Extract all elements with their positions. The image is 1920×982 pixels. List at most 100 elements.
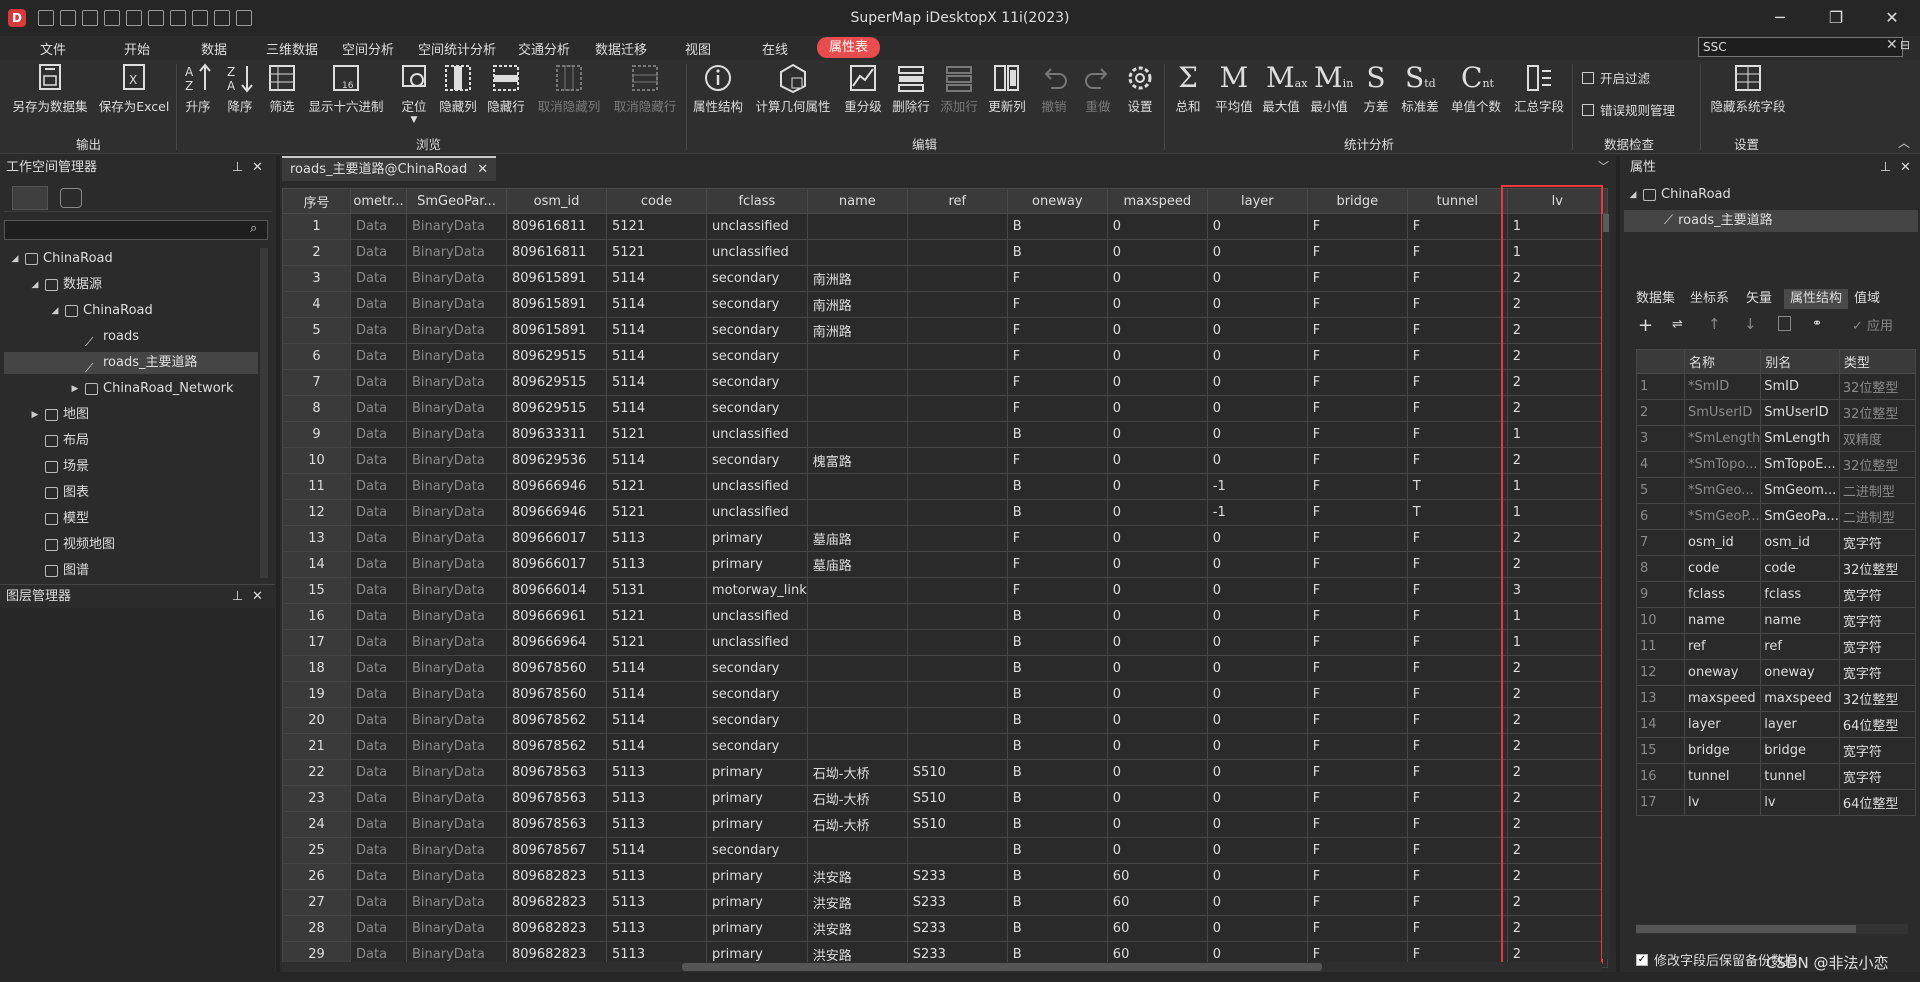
table-cell[interactable]: BinaryData bbox=[406, 317, 507, 344]
table-cell[interactable]: F bbox=[1306, 291, 1408, 318]
table-cell[interactable] bbox=[806, 733, 908, 760]
search-icon[interactable]: ⌕ bbox=[250, 221, 257, 236]
table-cell[interactable]: Data bbox=[350, 499, 407, 526]
column-header[interactable]: lv bbox=[1506, 188, 1608, 214]
table-cell[interactable] bbox=[906, 447, 1008, 474]
table-cell[interactable]: 0 bbox=[1106, 785, 1208, 812]
table-cell[interactable]: F bbox=[1406, 317, 1508, 344]
field-cell[interactable]: 5 bbox=[1636, 477, 1685, 504]
table-cell[interactable]: BinaryData bbox=[406, 421, 507, 448]
table-cell[interactable]: B bbox=[1006, 733, 1108, 760]
table-cell[interactable]: F bbox=[1306, 473, 1408, 500]
table-cell[interactable]: 0 bbox=[1106, 837, 1208, 864]
table-cell[interactable]: Data bbox=[350, 395, 407, 422]
table-cell[interactable]: 0 bbox=[1206, 681, 1308, 708]
table-cell[interactable]: BinaryData bbox=[406, 551, 507, 578]
table-cell[interactable]: unclassified bbox=[706, 239, 808, 266]
table-row[interactable]: 22 Data BinaryData 809678563 5113 primary 石坳-大… bbox=[282, 759, 1608, 786]
table-cell[interactable]: 5113 bbox=[606, 551, 707, 578]
table-cell[interactable]: F bbox=[1006, 447, 1108, 474]
tab-roads-main[interactable]: roads_主要道路@ChinaRoad ✕ bbox=[282, 156, 497, 181]
table-cell[interactable]: 60 bbox=[1106, 863, 1208, 890]
attribute-structure-button[interactable]: 属性结构 bbox=[690, 62, 746, 122]
max-button[interactable]: Max 最大值 bbox=[1258, 62, 1307, 122]
field-cell[interactable]: *SmTopo... bbox=[1683, 451, 1762, 478]
table-cell[interactable]: 5114 bbox=[606, 681, 707, 708]
table-cell[interactable]: unclassified bbox=[706, 213, 808, 240]
table-cell[interactable] bbox=[806, 577, 908, 604]
table-row[interactable]: 5 Data BinaryData 809615891 5114 secondary 南洲路… bbox=[282, 317, 1608, 344]
tree-item[interactable]: 视频地图 bbox=[4, 534, 258, 556]
table-cell[interactable]: 墓庙路 bbox=[806, 525, 908, 552]
expand-icon[interactable]: ◢ bbox=[10, 248, 20, 270]
table-cell[interactable]: 0 bbox=[1106, 213, 1208, 240]
table-vertical-scrollbar[interactable] bbox=[1602, 214, 1610, 959]
table-cell[interactable]: F bbox=[1406, 395, 1508, 422]
table-cell[interactable]: 1 bbox=[1506, 629, 1608, 656]
field-cell[interactable]: layer bbox=[1683, 711, 1762, 738]
std-dev-button[interactable]: Std 标准差 bbox=[1398, 62, 1442, 122]
table-cell[interactable]: Data bbox=[350, 291, 407, 318]
table-cell[interactable]: 2 bbox=[1506, 759, 1608, 786]
field-cell[interactable]: osm_id bbox=[1683, 529, 1762, 556]
table-cell[interactable]: F bbox=[1306, 369, 1408, 396]
tab-list-chevron-icon[interactable]: ﹀ bbox=[1598, 158, 1609, 174]
table-cell[interactable]: 809666946 bbox=[506, 473, 607, 500]
table-cell[interactable]: F bbox=[1306, 759, 1408, 786]
table-cell[interactable]: F bbox=[1406, 811, 1508, 838]
table-cell[interactable]: 0 bbox=[1106, 447, 1208, 474]
table-cell[interactable]: F bbox=[1306, 733, 1408, 760]
table-cell[interactable]: B bbox=[1006, 915, 1108, 942]
table-cell[interactable]: 0 bbox=[1106, 343, 1208, 370]
table-cell[interactable]: F bbox=[1306, 395, 1408, 422]
table-cell[interactable]: F bbox=[1306, 265, 1408, 292]
table-cell[interactable]: 0 bbox=[1206, 525, 1308, 552]
tree-item[interactable]: 布局 bbox=[4, 430, 258, 452]
table-cell[interactable] bbox=[906, 395, 1008, 422]
table-cell[interactable]: T bbox=[1406, 473, 1508, 500]
sort-descending-button[interactable]: ZA 降序 bbox=[222, 62, 258, 122]
table-cell[interactable]: 5121 bbox=[606, 213, 707, 240]
close-button[interactable]: ✕ bbox=[1864, 0, 1920, 36]
delete-field-icon[interactable] bbox=[1778, 316, 1791, 331]
table-cell[interactable]: 2 bbox=[1506, 369, 1608, 396]
field-cell[interactable]: bridge bbox=[1760, 737, 1840, 764]
resource-tab-icon[interactable] bbox=[60, 188, 82, 208]
field-cell[interactable]: 1 bbox=[1636, 373, 1685, 400]
row-number[interactable]: 9 bbox=[282, 421, 351, 448]
tree-item[interactable]: 图谱 bbox=[4, 560, 258, 582]
table-cell[interactable]: 2 bbox=[1506, 343, 1608, 370]
table-cell[interactable]: 809682823 bbox=[506, 915, 607, 942]
table-cell[interactable]: BinaryData bbox=[406, 837, 507, 864]
table-cell[interactable]: 809682823 bbox=[506, 889, 607, 916]
field-cell[interactable]: code bbox=[1760, 555, 1840, 582]
table-cell[interactable]: BinaryData bbox=[406, 863, 507, 890]
menu-spatial-analysis[interactable]: 空间分析 bbox=[342, 39, 394, 58]
table-cell[interactable]: -1 bbox=[1206, 473, 1308, 500]
table-cell[interactable]: 0 bbox=[1206, 369, 1308, 396]
table-cell[interactable]: 2 bbox=[1506, 447, 1608, 474]
row-number[interactable]: 18 bbox=[282, 655, 351, 682]
row-number[interactable]: 26 bbox=[282, 863, 351, 890]
field-cell[interactable]: SmUserID bbox=[1760, 399, 1840, 426]
table-cell[interactable]: Data bbox=[350, 863, 407, 890]
table-cell[interactable]: secondary bbox=[706, 291, 808, 318]
table-cell[interactable]: 0 bbox=[1106, 239, 1208, 266]
tree-item[interactable]: 模型 bbox=[4, 508, 258, 530]
table-cell[interactable]: 石坳-大桥 bbox=[806, 759, 908, 786]
enable-filter-button[interactable]: 开启过滤 bbox=[1582, 68, 1650, 87]
table-cell[interactable]: F bbox=[1006, 369, 1108, 396]
table-cell[interactable]: 809629515 bbox=[506, 395, 607, 422]
table-cell[interactable] bbox=[806, 603, 908, 630]
table-cell[interactable]: 809678560 bbox=[506, 681, 607, 708]
workspace-scrollbar[interactable] bbox=[260, 248, 268, 578]
row-number[interactable]: 11 bbox=[282, 473, 351, 500]
field-row[interactable]: 14 layer layer 64位整型 bbox=[1636, 711, 1916, 738]
field-cell[interactable]: lv bbox=[1760, 789, 1840, 816]
update-column-button[interactable]: 更新列 bbox=[986, 62, 1028, 122]
table-cell[interactable]: F bbox=[1406, 343, 1508, 370]
table-cell[interactable]: unclassified bbox=[706, 603, 808, 630]
table-cell[interactable]: F bbox=[1306, 629, 1408, 656]
table-cell[interactable] bbox=[906, 213, 1008, 240]
field-cell[interactable]: 宽字符 bbox=[1838, 529, 1916, 556]
